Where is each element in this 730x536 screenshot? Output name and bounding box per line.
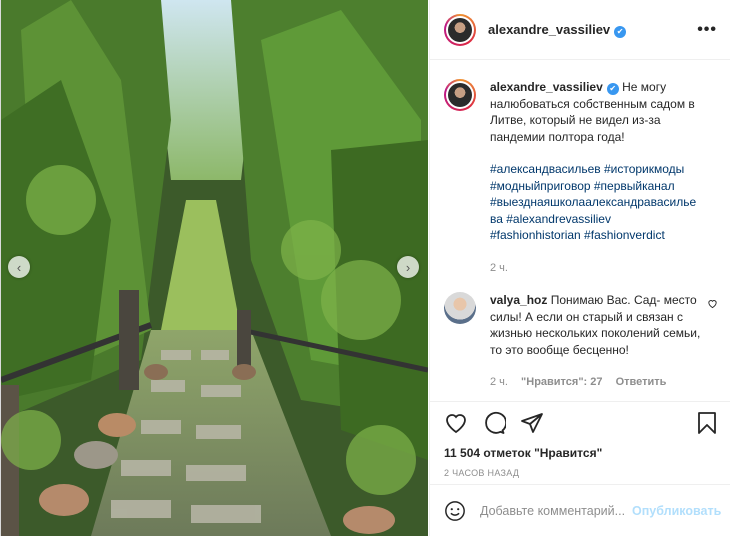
- comment-like-icon[interactable]: [707, 298, 718, 312]
- caption-meta: 2 ч.: [490, 260, 700, 277]
- comment-item: valya_hoz Понимаю Вас. Сад- место силы! …: [444, 292, 718, 391]
- chevron-right-icon: ›: [405, 259, 411, 275]
- heart-icon[interactable]: [444, 411, 468, 435]
- instagram-post-view: ‹ › alexandre_vassiliev ✔ ••• alexandre_v…: [0, 0, 730, 536]
- smiley-icon[interactable]: [444, 500, 466, 522]
- reply-button[interactable]: Ответить: [616, 376, 667, 388]
- post-actions: 11 504 отметок "Нравится" 2 часов назад: [430, 401, 730, 478]
- garden-stairs-photo: [1, 0, 428, 536]
- comment-likes[interactable]: "Нравится": 27: [521, 376, 602, 388]
- caption-hashtags[interactable]: #александвасильев #историкмоды #модныйпр…: [490, 161, 700, 244]
- commenter-avatar[interactable]: [444, 292, 476, 324]
- author-username[interactable]: alexandre_vassiliev ✔: [488, 22, 627, 38]
- likes-count[interactable]: 11 504 отметок "Нравится": [444, 446, 718, 460]
- caption-time[interactable]: 2 ч.: [490, 262, 508, 274]
- more-options-button[interactable]: •••: [697, 21, 717, 39]
- caption-username[interactable]: alexandre_vassiliev: [490, 80, 603, 94]
- publish-button[interactable]: Опубликовать: [632, 504, 721, 518]
- post-photo[interactable]: ‹ ›: [1, 0, 428, 536]
- comment-input[interactable]: [480, 503, 632, 518]
- commenter-username[interactable]: valya_hoz: [490, 293, 547, 307]
- paper-plane-icon[interactable]: [520, 411, 544, 435]
- verified-badge-icon: ✔: [614, 25, 627, 38]
- chevron-left-icon: ‹: [16, 259, 22, 275]
- comment-meta: 2 ч. "Нравится": 27 Ответить: [490, 374, 707, 391]
- caption-comment: alexandre_vassiliev ✔ Не могу налюбоватьс…: [444, 79, 718, 276]
- next-photo-button[interactable]: ›: [397, 256, 419, 278]
- post-header: alexandre_vassiliev ✔ •••: [430, 0, 730, 60]
- comment-bubble-icon[interactable]: [482, 411, 506, 435]
- bookmark-icon[interactable]: [696, 411, 718, 435]
- post-timestamp[interactable]: 2 часов назад: [444, 468, 718, 478]
- comment-time[interactable]: 2 ч.: [490, 376, 508, 388]
- previous-photo-button[interactable]: ‹: [8, 256, 30, 278]
- add-comment-bar: Опубликовать: [430, 484, 730, 536]
- comments-section[interactable]: alexandre_vassiliev ✔ Не могу налюбоватьс…: [430, 61, 730, 401]
- post-side-panel: alexandre_vassiliev ✔ ••• alexandre_vassi…: [429, 0, 730, 536]
- verified-badge-icon: ✔: [606, 83, 619, 95]
- caption-author-avatar[interactable]: [444, 79, 476, 111]
- author-avatar[interactable]: [444, 13, 476, 46]
